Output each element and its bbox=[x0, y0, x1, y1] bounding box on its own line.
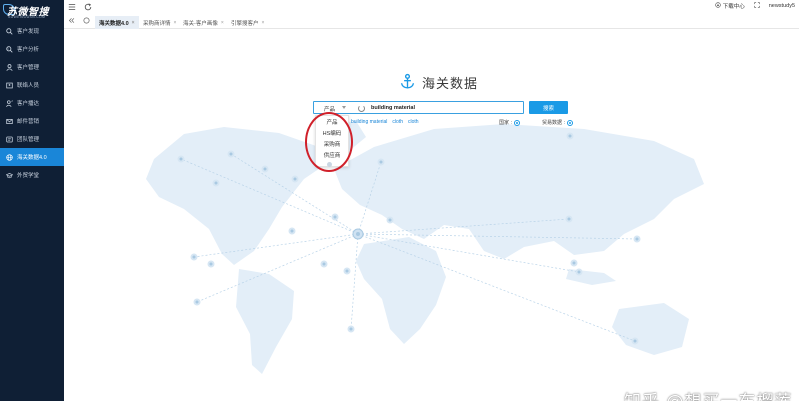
sidebar-item-label: 团队管理 bbox=[17, 137, 40, 143]
sidebar-item-contacts[interactable]: 联络人员 bbox=[0, 76, 64, 94]
radio-icon[interactable] bbox=[514, 119, 521, 126]
sidebar-item-label: 外贸学堂 bbox=[17, 173, 40, 179]
tab-customer-profile[interactable]: 海关-客户画像 × bbox=[179, 16, 228, 29]
sidebar-item-customs-data[interactable]: 海关数据4.0 bbox=[0, 148, 64, 166]
globe-icon bbox=[6, 153, 13, 161]
user-broadcast-icon bbox=[6, 99, 13, 107]
refresh-icon[interactable] bbox=[84, 3, 92, 11]
close-icon[interactable]: × bbox=[132, 20, 135, 26]
hot-keyword-link[interactable]: cloth bbox=[408, 119, 419, 125]
top-right-actions: 下载中心 newstudy5 bbox=[714, 2, 795, 10]
graduation-icon bbox=[6, 172, 13, 179]
sidebar-item-label: 客户管理 bbox=[17, 65, 40, 71]
search-icon bbox=[6, 27, 13, 35]
sidebar-item-trade-school[interactable]: 外贸学堂 bbox=[0, 166, 64, 184]
user-icon bbox=[6, 63, 13, 71]
chevron-down-icon[interactable] bbox=[342, 106, 346, 109]
hot-keyword-link[interactable]: building material bbox=[351, 119, 387, 125]
tab-back-icon[interactable] bbox=[68, 17, 76, 25]
sidebar-nav: 客户发现 客户分析 客户管理 联络人员 客户播达 邮件营销 团队管理 海关数据4… bbox=[0, 22, 64, 184]
sidebar-item-label: 客户发现 bbox=[17, 29, 40, 35]
search-bar: 产品 building material bbox=[313, 101, 524, 114]
search-button[interactable]: 搜索 bbox=[529, 101, 568, 114]
download-icon bbox=[714, 2, 721, 10]
sidebar-item-label: 海关数据4.0 bbox=[17, 155, 47, 161]
app-logo[interactable]: 苏微智搜 SUWEISOUSN.COM bbox=[3, 3, 61, 21]
customs-data-brand: 海关数据 bbox=[399, 73, 478, 92]
sidebar-item-email-marketing[interactable]: 邮件营销 bbox=[0, 112, 64, 130]
hot-keyword-link[interactable]: cloth bbox=[392, 119, 403, 125]
sidebar: 苏微智搜 SUWEISOUSN.COM 客户发现 客户分析 客户管理 联络人员 … bbox=[0, 0, 64, 401]
anchor-icon bbox=[399, 73, 416, 92]
watermark-text: 知乎 @想买一车榴莲 bbox=[624, 387, 792, 401]
loading-spinner-icon bbox=[358, 104, 365, 112]
tab-engine-search[interactable]: 引擎搜客户 × bbox=[227, 16, 268, 29]
sidebar-item-label: 客户分析 bbox=[17, 47, 40, 53]
sidebar-item-customer-reach[interactable]: 客户播达 bbox=[0, 94, 64, 112]
tab-buyer-detail[interactable]: 采购商详情 × bbox=[139, 16, 180, 29]
top-toolbar: 下载中心 newstudy5 bbox=[64, 0, 799, 14]
sidebar-item-customer-analysis[interactable]: 客户分析 bbox=[0, 40, 64, 58]
team-icon bbox=[6, 136, 13, 143]
sidebar-item-label: 联络人员 bbox=[17, 83, 40, 89]
sidebar-item-customer-discovery[interactable]: 客户发现 bbox=[0, 22, 64, 40]
sidebar-item-label: 邮件营销 bbox=[17, 119, 40, 125]
hot-keywords: building material cloth cloth bbox=[351, 119, 419, 125]
trade-data-filter[interactable]: 贸易数据: bbox=[542, 119, 574, 126]
radio-icon[interactable] bbox=[567, 119, 574, 126]
fullscreen-icon[interactable] bbox=[754, 2, 760, 10]
tab-bar: 海关数据4.0 × 采购商详情 × 海关-客户画像 × 引擎搜客户 × bbox=[64, 14, 799, 29]
red-annotation-circle bbox=[305, 112, 353, 172]
sidebar-item-label: 客户播达 bbox=[17, 101, 40, 107]
main-content: 海关数据 产品 building material 搜索 building ma… bbox=[64, 29, 799, 401]
collapse-menu-icon[interactable] bbox=[68, 3, 76, 11]
search-input[interactable]: building material bbox=[371, 105, 415, 111]
home-icon[interactable] bbox=[83, 17, 91, 25]
close-icon[interactable]: × bbox=[174, 20, 177, 26]
country-filter[interactable]: 国家: bbox=[499, 119, 521, 126]
magnify-chart-icon bbox=[6, 45, 13, 53]
mail-icon bbox=[6, 118, 13, 125]
page-title: 海关数据 bbox=[422, 76, 479, 91]
sidebar-item-team-management[interactable]: 团队管理 bbox=[0, 130, 64, 148]
download-center-link[interactable]: 下载中心 bbox=[714, 2, 745, 10]
close-icon[interactable]: × bbox=[262, 20, 265, 26]
close-icon[interactable]: × bbox=[221, 20, 224, 26]
user-menu[interactable]: newstudy5 bbox=[769, 3, 795, 9]
sidebar-item-customer-management[interactable]: 客户管理 bbox=[0, 58, 64, 76]
tab-customs-data[interactable]: 海关数据4.0 × bbox=[95, 16, 139, 29]
contacts-icon bbox=[6, 82, 13, 89]
